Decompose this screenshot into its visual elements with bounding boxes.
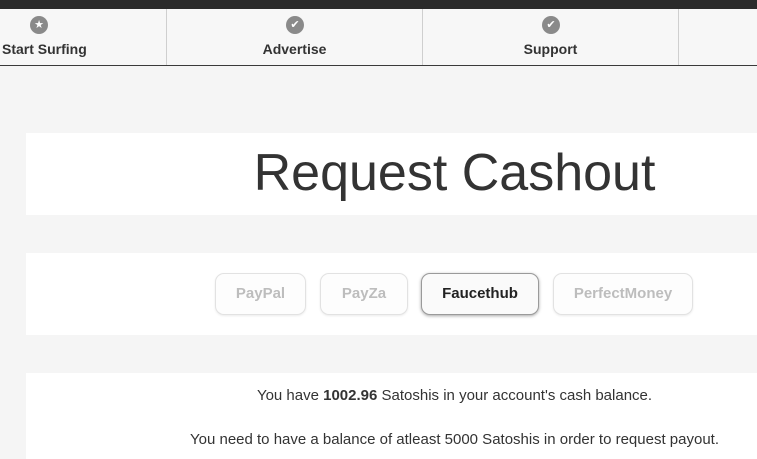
balance-value: 1002.96 <box>323 387 378 404</box>
nav-item-label: Support <box>523 41 578 57</box>
check-icon: ✔ <box>542 16 560 34</box>
nav-item-label: Start Surfing <box>2 41 87 57</box>
requirement-text: You need to have a balance of atleast 50… <box>190 431 719 448</box>
balance-suffix: Satoshis in your account's cash balance. <box>377 387 653 404</box>
payment-methods-panel: PayPal PayZa Faucethub PerfectMoney <box>26 253 757 335</box>
info-panel: You have 1002.96 Satoshis in your accoun… <box>26 373 757 459</box>
method-button-payza[interactable]: PayZa <box>320 273 408 315</box>
main-nav: ★ Start Surfing ✔ Advertise ✔ Support <box>0 9 757 66</box>
nav-item-advertise[interactable]: ✔ Advertise <box>167 9 423 65</box>
balance-text: You have 1002.96 Satoshis in your accoun… <box>26 387 757 404</box>
page-title: Request Cashout <box>253 144 656 202</box>
nav-item-label: Advertise <box>262 41 327 57</box>
method-button-perfectmoney[interactable]: PerfectMoney <box>553 273 693 315</box>
method-button-paypal[interactable]: PayPal <box>215 273 306 315</box>
nav-item-support[interactable]: ✔ Support <box>423 9 679 65</box>
check-icon: ✔ <box>286 16 304 34</box>
top-bar <box>0 0 757 9</box>
title-panel: Request Cashout <box>26 133 757 215</box>
balance-prefix: You have <box>256 387 324 404</box>
method-button-faucethub[interactable]: Faucethub <box>421 273 539 315</box>
star-icon: ★ <box>30 16 48 34</box>
nav-item-start-surfing[interactable]: ★ Start Surfing <box>0 9 167 65</box>
